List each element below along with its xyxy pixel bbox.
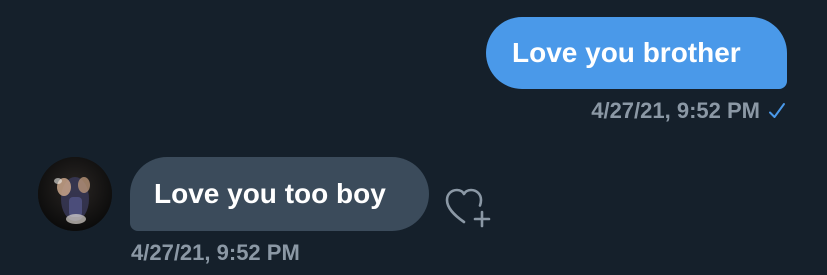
received-message-text: Love you too boy [154, 178, 386, 209]
sent-message-bubble[interactable]: Love you brother [486, 17, 787, 89]
sent-message-text: Love you brother [512, 37, 741, 68]
sent-message-timestamp: 4/27/21, 9:52 PM [591, 98, 760, 123]
checkmark-icon [767, 101, 787, 121]
received-message-bubble[interactable]: Love you too boy [130, 157, 429, 231]
received-message-timestamp: 4/27/21, 9:52 PM [131, 240, 300, 265]
avatar[interactable] [38, 157, 112, 231]
add-reaction-heart-icon[interactable] [444, 185, 492, 229]
sent-message-meta: 4/27/21, 9:52 PM [591, 100, 787, 122]
received-message-meta: 4/27/21, 9:52 PM [131, 242, 300, 264]
